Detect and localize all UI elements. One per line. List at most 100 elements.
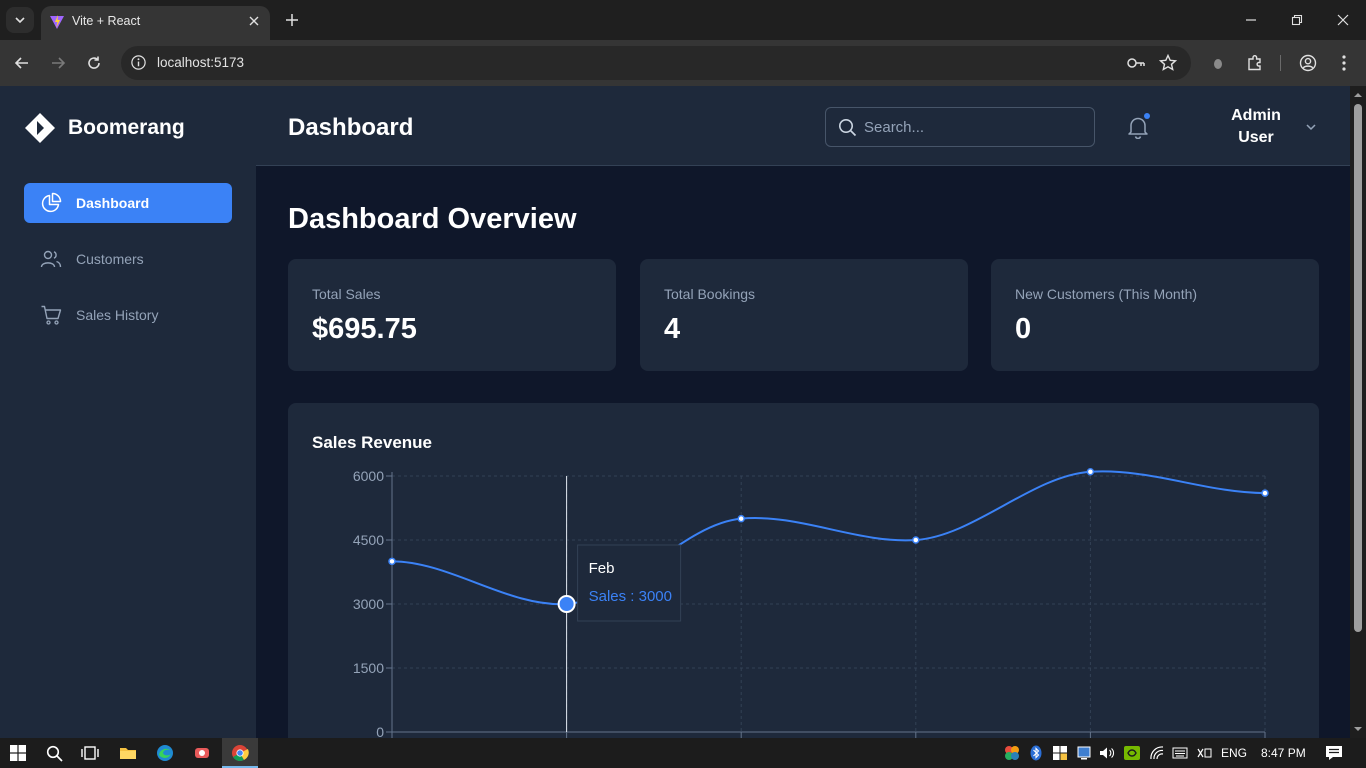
brand[interactable]: Boomerang bbox=[24, 112, 185, 144]
search-input[interactable] bbox=[864, 117, 1084, 137]
notification-center-button[interactable] bbox=[1322, 741, 1346, 765]
clock[interactable]: 8:47 PM bbox=[1261, 746, 1306, 760]
browser-toolbar: localhost:5173 bbox=[0, 40, 1366, 86]
plus-icon bbox=[286, 14, 298, 26]
nvidia-tray-button[interactable] bbox=[1120, 741, 1144, 765]
search-box[interactable] bbox=[825, 107, 1095, 147]
reload-icon bbox=[88, 56, 100, 69]
volume-icon bbox=[1100, 747, 1114, 759]
toolbar-separator bbox=[1280, 55, 1281, 71]
edge-button[interactable] bbox=[153, 741, 177, 765]
reload-button[interactable] bbox=[82, 51, 106, 75]
sidebar-item-label: Customers bbox=[76, 251, 144, 267]
page-scrollbar[interactable] bbox=[1350, 86, 1366, 738]
shield-icon bbox=[1053, 746, 1067, 760]
sidebar: Boomerang Dashboard Customers Sales Hist… bbox=[0, 86, 256, 738]
notification-dot bbox=[1144, 113, 1150, 119]
notifications-button[interactable] bbox=[1127, 113, 1151, 140]
taskbar-search-button[interactable] bbox=[42, 741, 66, 765]
sales-revenue-chart[interactable]: 01500300045006000FebSales : 3000 bbox=[288, 403, 1319, 763]
display-tray-button[interactable] bbox=[1072, 741, 1096, 765]
file-explorer-button[interactable] bbox=[116, 741, 140, 765]
sidebar-item-label: Sales History bbox=[76, 307, 159, 323]
boomerang-logo-icon bbox=[25, 113, 55, 143]
browser-menu-button[interactable] bbox=[1332, 51, 1356, 75]
ime-icon bbox=[1197, 748, 1212, 758]
tab-search-button[interactable] bbox=[6, 7, 34, 33]
tooltip-label: Feb bbox=[589, 560, 615, 577]
site-info-icon[interactable] bbox=[130, 54, 147, 71]
taskbar-app-button[interactable] bbox=[190, 741, 214, 765]
kebab-menu-icon bbox=[1342, 55, 1346, 71]
sidebar-item-dashboard[interactable]: Dashboard bbox=[24, 183, 232, 223]
users-icon bbox=[40, 250, 62, 268]
language-indicator[interactable]: ENG bbox=[1221, 746, 1247, 760]
stat-value: 0 bbox=[1015, 313, 1032, 345]
sidebar-item-customers[interactable]: Customers bbox=[24, 239, 232, 279]
tab-title: Vite + React bbox=[72, 14, 141, 28]
brand-name: Boomerang bbox=[68, 116, 185, 139]
profile-button[interactable] bbox=[1296, 51, 1320, 75]
close-window-button[interactable] bbox=[1320, 0, 1366, 40]
scroll-thumb[interactable] bbox=[1354, 104, 1362, 632]
sidebar-item-sales-history[interactable]: Sales History bbox=[24, 295, 232, 335]
puzzle-icon bbox=[1248, 55, 1261, 71]
taskbar: ENG 8:47 PM bbox=[0, 738, 1366, 768]
stat-card-new-customers: New Customers (This Month) 0 bbox=[991, 259, 1319, 371]
user-menu[interactable]: Admin User bbox=[1216, 105, 1336, 149]
sales-revenue-chart-card: Sales Revenue 0 1500 3000 4500 6000 Feb Sales … bbox=[288, 403, 1319, 763]
ime-tray-button[interactable] bbox=[1192, 741, 1216, 765]
user-first-name: Admin bbox=[1231, 107, 1281, 124]
scroll-up-arrow-icon[interactable] bbox=[1350, 88, 1366, 102]
star-icon[interactable] bbox=[1159, 54, 1177, 72]
arrow-left-icon bbox=[14, 57, 28, 69]
back-button[interactable] bbox=[10, 51, 34, 75]
key-icon[interactable] bbox=[1126, 54, 1146, 72]
data-point bbox=[912, 536, 920, 544]
volume-tray-button[interactable] bbox=[1095, 741, 1119, 765]
task-view-button[interactable] bbox=[78, 741, 102, 765]
stat-label: Total Sales bbox=[312, 286, 381, 302]
data-point bbox=[737, 514, 745, 523]
start-button[interactable] bbox=[6, 741, 30, 765]
bluetooth-tray-button[interactable] bbox=[1024, 741, 1048, 765]
network-tray-button[interactable] bbox=[1145, 741, 1169, 765]
keyboard-icon bbox=[1172, 747, 1188, 759]
keyboard-tray-button[interactable] bbox=[1168, 741, 1192, 765]
windows-logo-icon bbox=[10, 745, 26, 761]
address-bar[interactable]: localhost:5173 bbox=[121, 46, 1191, 80]
restore-button[interactable] bbox=[1274, 0, 1320, 40]
y-tick-label: 3000 bbox=[353, 596, 384, 612]
tab-close-button[interactable] bbox=[244, 11, 264, 31]
y-tick-label: 4500 bbox=[353, 532, 384, 548]
forward-button[interactable] bbox=[46, 51, 70, 75]
stat-card-total-bookings: Total Bookings 4 bbox=[640, 259, 968, 371]
data-point bbox=[1261, 489, 1269, 497]
stat-label: New Customers (This Month) bbox=[1015, 286, 1198, 302]
chrome-icon bbox=[232, 745, 249, 761]
speech-bubble-icon bbox=[1326, 746, 1342, 760]
chrome-taskbar-button[interactable] bbox=[222, 738, 258, 768]
pie-chart-icon bbox=[41, 192, 62, 213]
minimize-icon bbox=[1246, 19, 1256, 21]
security-tray-button[interactable] bbox=[1048, 741, 1072, 765]
data-point bbox=[1086, 467, 1095, 476]
y-tick-label: 6000 bbox=[353, 468, 384, 484]
new-tab-button[interactable] bbox=[281, 9, 303, 31]
sidebar-item-label: Dashboard bbox=[76, 195, 150, 211]
extension-indicator-icon[interactable] bbox=[1206, 51, 1230, 75]
tray-app-icon[interactable] bbox=[1000, 741, 1024, 765]
extensions-button[interactable] bbox=[1243, 51, 1267, 75]
search-icon bbox=[839, 119, 857, 137]
data-point bbox=[388, 557, 396, 566]
stat-value: 4 bbox=[664, 313, 681, 345]
colorful-app-icon bbox=[1005, 746, 1019, 760]
stat-value: $695.75 bbox=[312, 313, 417, 345]
browser-tab[interactable]: Vite + React bbox=[41, 6, 270, 40]
user-name: Admin User bbox=[1216, 105, 1296, 149]
profile-icon bbox=[1299, 54, 1317, 72]
chevron-down-icon bbox=[15, 17, 25, 24]
bluetooth-icon bbox=[1030, 745, 1042, 761]
minimize-button[interactable] bbox=[1228, 0, 1274, 40]
scroll-down-arrow-icon[interactable] bbox=[1350, 722, 1366, 736]
